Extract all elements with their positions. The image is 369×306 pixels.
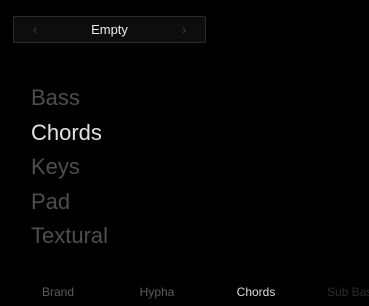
category-list: Bass Chords Keys Pad Textural [31, 84, 108, 257]
chevron-right-icon[interactable]: › [171, 17, 197, 42]
preset-browser: ‹ Empty › Bass Chords Keys Pad Textural … [0, 0, 369, 306]
bottom-tab-bar: Brand Hypha Chords Sub Bass [0, 283, 369, 301]
tab-chords[interactable]: Chords [216, 283, 296, 301]
category-item-keys[interactable]: Keys [31, 153, 108, 188]
preset-selector[interactable]: ‹ Empty › [13, 16, 206, 43]
category-item-pad[interactable]: Pad [31, 188, 108, 223]
category-item-bass[interactable]: Bass [31, 84, 108, 119]
tab-sub-bass[interactable]: Sub Bass [315, 283, 369, 301]
preset-name[interactable]: Empty [54, 17, 165, 42]
chevron-left-icon[interactable]: ‹ [22, 17, 48, 42]
tab-hypha[interactable]: Hypha [117, 283, 197, 301]
category-item-textural[interactable]: Textural [31, 222, 108, 257]
tab-brand[interactable]: Brand [18, 283, 98, 301]
category-item-chords[interactable]: Chords [31, 119, 108, 154]
